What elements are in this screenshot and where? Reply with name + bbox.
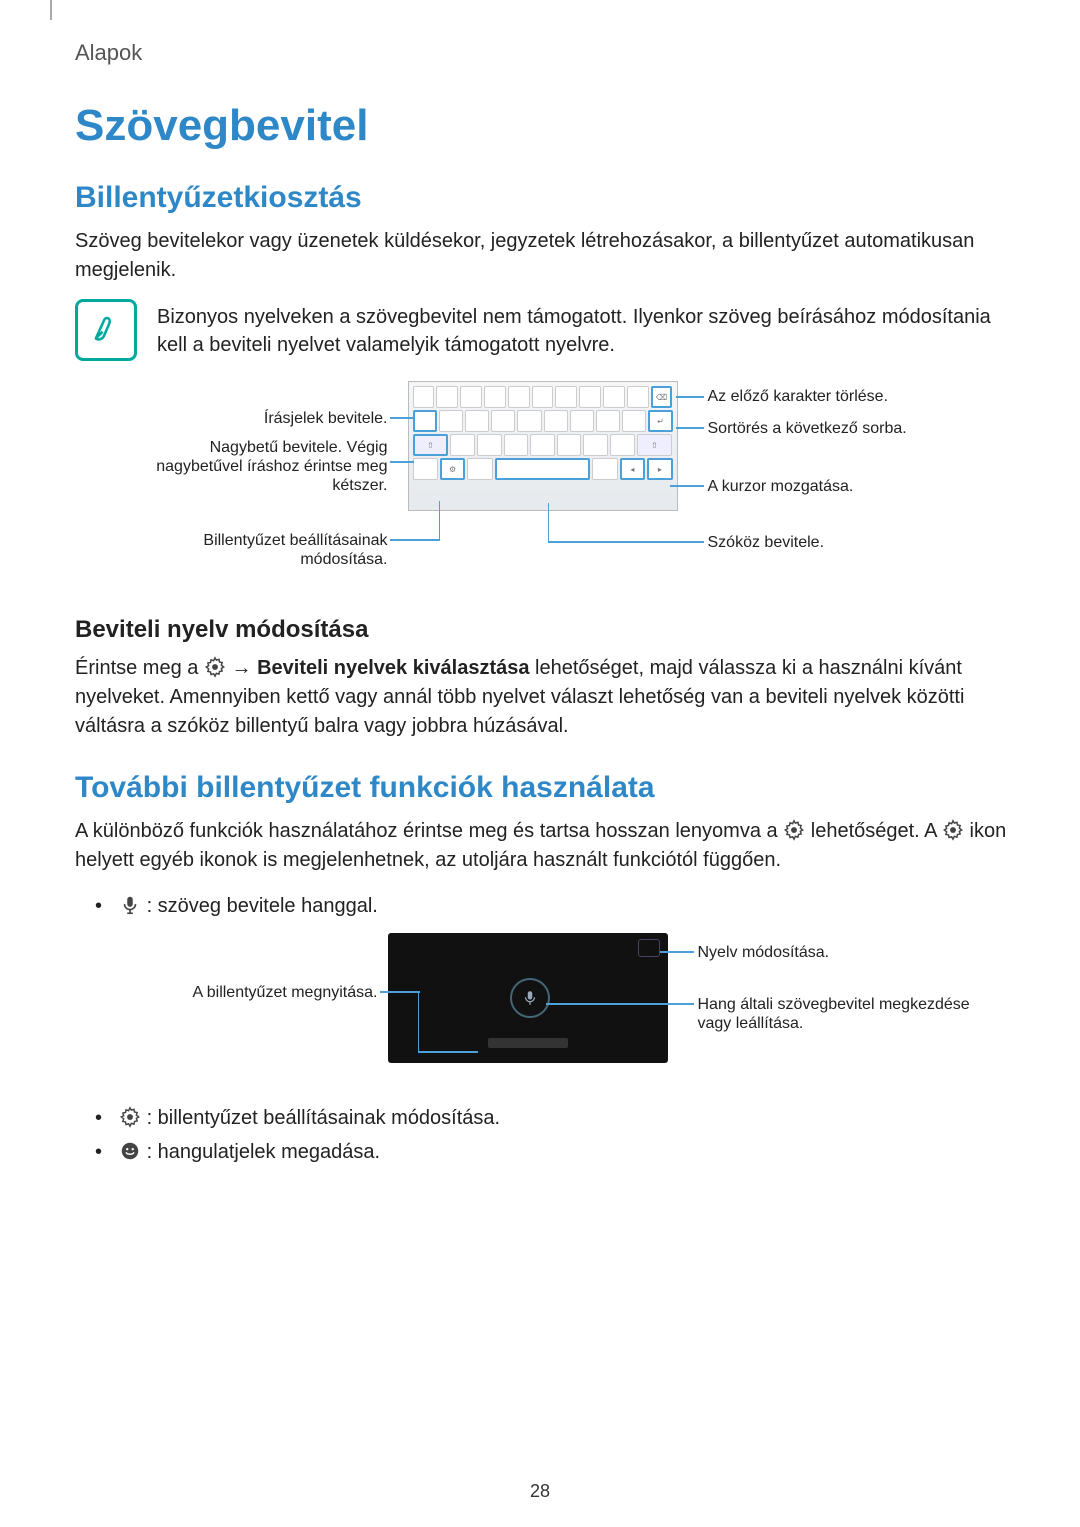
settings-key: ⚙ — [440, 458, 465, 480]
keyboard-image: ⌫ ↵ ⇧ ⇧ ⚙ ◂ ▸ — [408, 381, 678, 511]
cursor-right-key: ▸ — [647, 458, 672, 480]
microphone-icon — [119, 894, 141, 916]
subsection-input-language: Beviteli nyelv módosítása — [75, 616, 1010, 644]
keyboard-diagram: ⌫ ↵ ⇧ ⇧ ⚙ ◂ ▸ — [118, 381, 978, 581]
il-text-1: Érintse meg a — [75, 657, 204, 679]
voice-keyboard-bar — [488, 1038, 568, 1048]
input-language-text: Érintse meg a → Beviteli nyelvek kiválas… — [75, 654, 1010, 741]
bullet-emoji: : hangulatjelek megadása. — [95, 1135, 1010, 1169]
callout-backspace: Az előző karakter törlése. — [708, 387, 968, 406]
bullet-voice-text: : szöveg bevitele hanggal. — [147, 895, 378, 917]
callout-enter: Sortörés a következő sorba. — [708, 419, 968, 438]
backspace-key: ⌫ — [651, 386, 673, 408]
voice-mic-button — [510, 978, 550, 1018]
page-corner-mark — [50, 0, 52, 20]
callout-settings: Billentyűzet beállításainak módosítása. — [128, 531, 388, 569]
bullet-emoji-text: : hangulatjelek megadása. — [147, 1141, 381, 1163]
voice-input-diagram: A billentyűzet megnyitása. Nyelv módosít… — [118, 933, 978, 1083]
cursor-left-key: ◂ — [620, 458, 645, 480]
more-functions-intro: A különböző funkciók használatához érint… — [75, 817, 1010, 875]
note-block: Bizonyos nyelveken a szövegbevitel nem t… — [75, 299, 1010, 361]
callout-shift: Nagybetű bevitele. Végig nagybetűvel írá… — [128, 438, 388, 496]
callout-start-stop-voice: Hang általi szövegbevitel megkezdése vag… — [698, 995, 978, 1033]
il-bold: Beviteli nyelvek kiválasztása — [257, 657, 529, 679]
callout-cursor: A kurzor mozgatása. — [708, 477, 968, 496]
enter-key: ↵ — [648, 410, 672, 432]
callout-change-language: Nyelv módosítása. — [698, 943, 958, 962]
mf-text-1: A különböző funkciók használatához érint… — [75, 820, 783, 842]
keyboard-layout-intro: Szöveg bevitelekor vagy üzenetek küldése… — [75, 227, 1010, 285]
bullet-settings-text: : billentyűzet beállításainak módosítása… — [147, 1107, 501, 1129]
gear-icon — [783, 819, 805, 841]
il-arrow: → — [232, 657, 258, 679]
voice-screen — [388, 933, 668, 1063]
callout-punctuation: Írásjelek bevitele. — [128, 409, 388, 428]
mf-text-mid: lehetőséget. A — [811, 820, 942, 842]
bullet-voice: : szöveg bevitele hanggal. — [95, 889, 1010, 923]
gear-icon — [204, 656, 226, 678]
shift-key-right: ⇧ — [637, 434, 673, 456]
callout-open-keyboard: A billentyűzet megnyitása. — [118, 983, 378, 1002]
section-keyboard-layout: Billentyűzetkiosztás — [75, 181, 1010, 215]
gear-icon — [942, 819, 964, 841]
space-key — [495, 458, 591, 480]
voice-language-button — [638, 939, 660, 957]
gear-icon — [119, 1106, 141, 1128]
chapter-header: Alapok — [75, 40, 1010, 66]
section-more-keyboard-functions: További billentyűzet funkciók használata — [75, 771, 1010, 805]
note-text: Bizonyos nyelveken a szövegbevitel nem t… — [157, 299, 1010, 359]
callout-space: Szóköz bevitele. — [708, 533, 968, 552]
note-icon — [75, 299, 137, 361]
punctuation-key — [413, 410, 437, 432]
page-title: Szövegbevitel — [75, 101, 1010, 151]
smiley-icon — [119, 1140, 141, 1162]
bullet-settings: : billentyűzet beállításainak módosítása… — [95, 1101, 1010, 1135]
page-number: 28 — [0, 1481, 1080, 1502]
shift-key-left: ⇧ — [413, 434, 449, 456]
